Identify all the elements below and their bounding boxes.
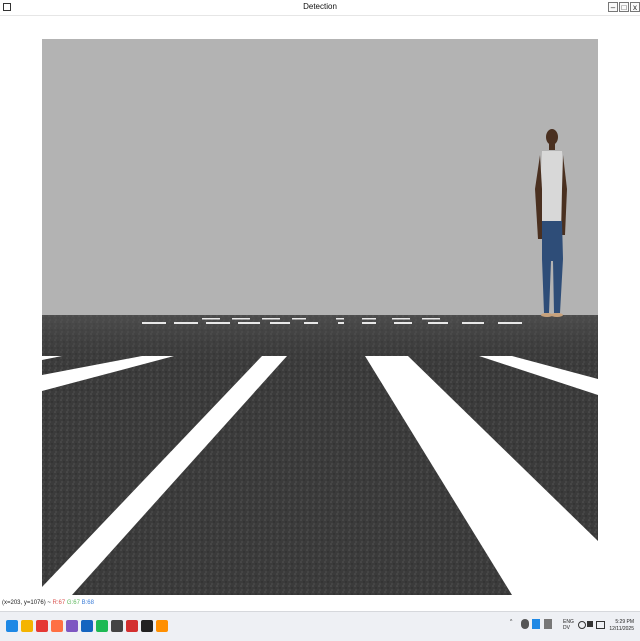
scene-canvas	[42, 39, 598, 595]
minimize-button[interactable]: –	[608, 2, 618, 12]
cursor-coords: (x=203, y=1076) ~	[2, 600, 51, 606]
wifi-icon[interactable]	[578, 621, 586, 629]
spotify-icon[interactable]	[96, 620, 108, 632]
blue-value: B:68	[81, 600, 94, 606]
window-title: Detection	[303, 2, 337, 11]
visual-studio-icon[interactable]	[66, 620, 78, 632]
pixel-readout: (x=203, y=1076) ~ R:67 G:67 B:68	[2, 598, 94, 608]
browser-icon[interactable]	[36, 620, 48, 632]
red-value: R:67	[52, 600, 66, 606]
window-titlebar: Detection – □ x	[0, 0, 640, 16]
tray-security-icon[interactable]	[544, 619, 552, 629]
vlc-icon[interactable]	[156, 620, 168, 632]
volume-icon[interactable]	[587, 621, 593, 627]
taskbar: ^ ENG DV 5:29 PM 12/11/2025	[0, 611, 640, 641]
tray-file-icon[interactable]	[532, 619, 540, 629]
clock-date: 12/11/2025	[609, 626, 634, 632]
windows-start-icon[interactable]	[6, 620, 18, 632]
unity-icon[interactable]	[141, 620, 153, 632]
file-explorer-icon[interactable]	[21, 620, 33, 632]
battery-icon[interactable]	[596, 621, 605, 629]
render-viewport[interactable]	[42, 39, 598, 595]
todo-check-icon[interactable]	[81, 620, 93, 632]
maximize-button[interactable]: □	[619, 2, 629, 12]
clock-app-icon[interactable]	[126, 620, 138, 632]
clock[interactable]: 5:29 PM 12/11/2025	[609, 619, 634, 633]
green-value: G:67	[66, 600, 80, 606]
close-button[interactable]: x	[630, 2, 640, 12]
language-indicator[interactable]: ENG DV	[563, 619, 574, 631]
firefox-icon[interactable]	[51, 620, 63, 632]
terminal-icon[interactable]	[111, 620, 123, 632]
tray-app-icon[interactable]	[521, 619, 529, 629]
keyboard-layout: DV	[563, 625, 570, 631]
tray-up-arrow-icon[interactable]: ^	[510, 619, 512, 625]
clock-time: 5:29 PM	[615, 619, 634, 625]
sky	[42, 39, 598, 315]
